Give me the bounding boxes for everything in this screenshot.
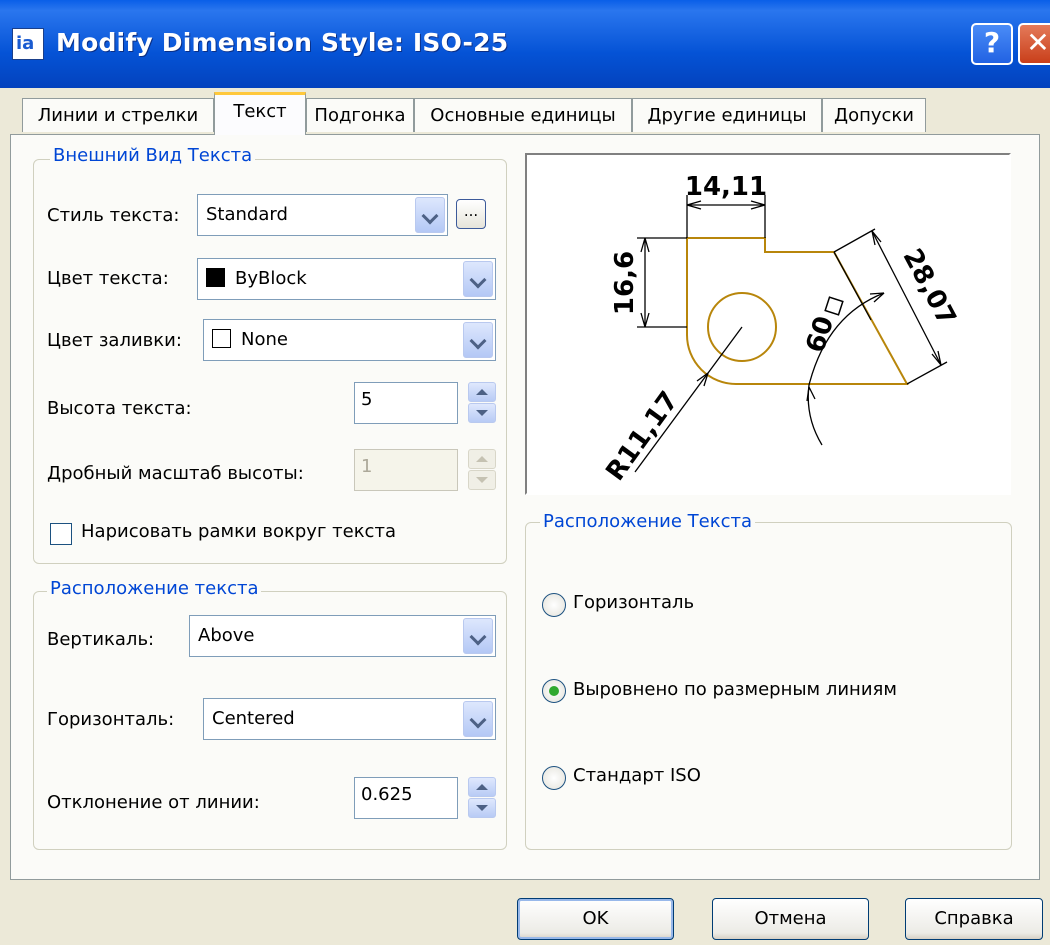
vertical-select[interactable]: Above	[189, 615, 496, 657]
help-button[interactable]: Справка	[905, 898, 1043, 940]
chevron-down-icon[interactable]	[463, 701, 493, 737]
dim-right-label: 28,07	[897, 244, 962, 331]
preview-drawing: 14,11 16,6 28,07 60 R11,17	[600, 172, 961, 486]
offset-label: Отклонение от линии:	[47, 792, 260, 813]
radio-iso[interactable]	[542, 766, 566, 790]
tab-lines-arrows[interactable]: Линии и стрелки	[22, 98, 214, 132]
text-height-label: Высота текста:	[47, 398, 192, 419]
tab-text[interactable]: Текст	[214, 92, 306, 135]
tab-primary-units[interactable]: Основные единицы	[414, 98, 632, 132]
fill-color-select[interactable]: None	[203, 319, 496, 361]
spin-up-icon[interactable]	[468, 382, 496, 402]
tab-fit[interactable]: Подгонка	[306, 98, 414, 132]
fraction-scale-label: Дробный масштаб высоты:	[47, 463, 304, 484]
dim-radius-label: R11,17	[600, 386, 684, 486]
horizontal-select[interactable]: Centered	[203, 698, 496, 740]
text-color-label: Цвет текста:	[47, 268, 169, 289]
shape-outline	[686, 237, 909, 385]
radio-horizontal[interactable]	[542, 593, 566, 617]
text-color-select[interactable]: ByBlock	[197, 258, 496, 300]
title-bar[interactable]: ia Modify Dimension Style: ISO-25 ? ✕	[0, 0, 1050, 88]
text-style-label: Стиль текста:	[47, 205, 180, 226]
text-height-spinner[interactable]	[468, 382, 496, 424]
offset-input[interactable]: 0.625	[354, 777, 458, 819]
ok-button[interactable]: OK	[517, 898, 674, 940]
spin-up-icon[interactable]	[468, 449, 496, 469]
preview-shape	[686, 237, 909, 385]
text-appearance-legend: Внешний Вид Текста	[50, 145, 256, 166]
spin-down-icon[interactable]	[468, 798, 496, 818]
text-style-browse-button[interactable]: ...	[456, 199, 486, 229]
chevron-down-icon[interactable]	[463, 322, 493, 358]
tab-tolerances[interactable]: Допуски	[822, 98, 926, 132]
dim-left-label: 16,6	[610, 251, 640, 315]
dim-top-label: 14,11	[685, 172, 767, 202]
window-title: Modify Dimension Style: ISO-25	[56, 28, 509, 57]
close-icon[interactable]: ✕	[1018, 23, 1050, 65]
cancel-button[interactable]: Отмена	[712, 898, 869, 940]
draw-frame-checkbox[interactable]	[50, 523, 72, 545]
offset-spinner[interactable]	[468, 777, 496, 819]
radio-horizontal-label[interactable]: Горизонталь	[573, 592, 694, 613]
vertical-label: Вертикаль:	[47, 629, 155, 650]
dimension-labels: 14,11 16,6 28,07 60 R11,17	[600, 172, 961, 486]
text-style-select[interactable]: Standard	[197, 194, 448, 236]
empty-swatch-icon	[212, 329, 231, 348]
text-height-input[interactable]: 5	[354, 382, 458, 424]
spin-up-icon[interactable]	[468, 777, 496, 797]
fraction-scale-spinner[interactable]	[468, 449, 496, 491]
fill-color-label: Цвет заливки:	[47, 330, 182, 351]
text-placement-legend: Расположение текста	[47, 578, 262, 599]
app-icon: ia	[12, 28, 44, 60]
spin-down-icon[interactable]	[468, 403, 496, 423]
text-alignment-legend: Расположение Текста	[540, 511, 755, 532]
chevron-down-icon[interactable]	[463, 261, 493, 297]
tab-alternate-units[interactable]: Другие единицы	[632, 98, 822, 132]
radio-iso-label[interactable]: Стандарт ISO	[573, 765, 701, 786]
degree-box-icon	[824, 296, 844, 316]
black-swatch-icon	[206, 268, 225, 287]
spin-down-icon[interactable]	[468, 470, 496, 490]
draw-frame-label[interactable]: Нарисовать рамки вокруг текста	[81, 521, 396, 542]
fraction-scale-input[interactable]: 1	[354, 449, 458, 491]
chevron-down-icon[interactable]	[415, 197, 445, 233]
radio-aligned[interactable]	[542, 679, 566, 703]
chevron-down-icon[interactable]	[463, 618, 493, 654]
dimension-lines	[634, 195, 948, 473]
radio-aligned-label[interactable]: Выровнено по размерным линиям	[573, 679, 897, 700]
dimension-preview: 14,11 16,6 28,07 60 R11,17	[525, 153, 1011, 495]
help-icon[interactable]: ?	[971, 23, 1013, 65]
horizontal-label: Горизонталь:	[47, 709, 175, 730]
dim-angle-label: 60	[801, 313, 841, 357]
